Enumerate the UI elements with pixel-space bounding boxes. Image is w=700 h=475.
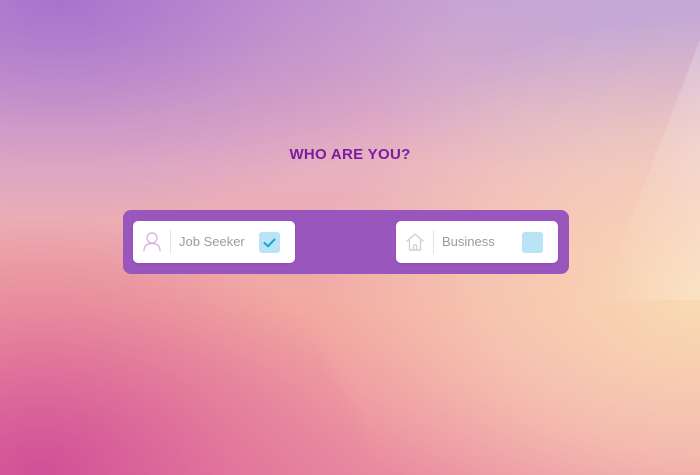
option-business[interactable]: Business: [396, 221, 558, 263]
role-selector: Job Seeker Business: [123, 210, 569, 274]
option-label: Job Seeker: [179, 234, 245, 249]
option-job-seeker[interactable]: Job Seeker: [133, 221, 295, 263]
background: WHO ARE YOU? Job Seeker Business: [0, 0, 700, 475]
job-seeker-checkbox[interactable]: [259, 232, 280, 253]
checkmark-icon: [263, 238, 276, 248]
divider: [433, 230, 434, 254]
divider: [170, 230, 171, 254]
business-checkbox[interactable]: [522, 232, 543, 253]
home-icon: [405, 231, 425, 253]
user-icon: [142, 231, 162, 253]
option-label: Business: [442, 234, 495, 249]
page-title: WHO ARE YOU?: [289, 146, 411, 163]
